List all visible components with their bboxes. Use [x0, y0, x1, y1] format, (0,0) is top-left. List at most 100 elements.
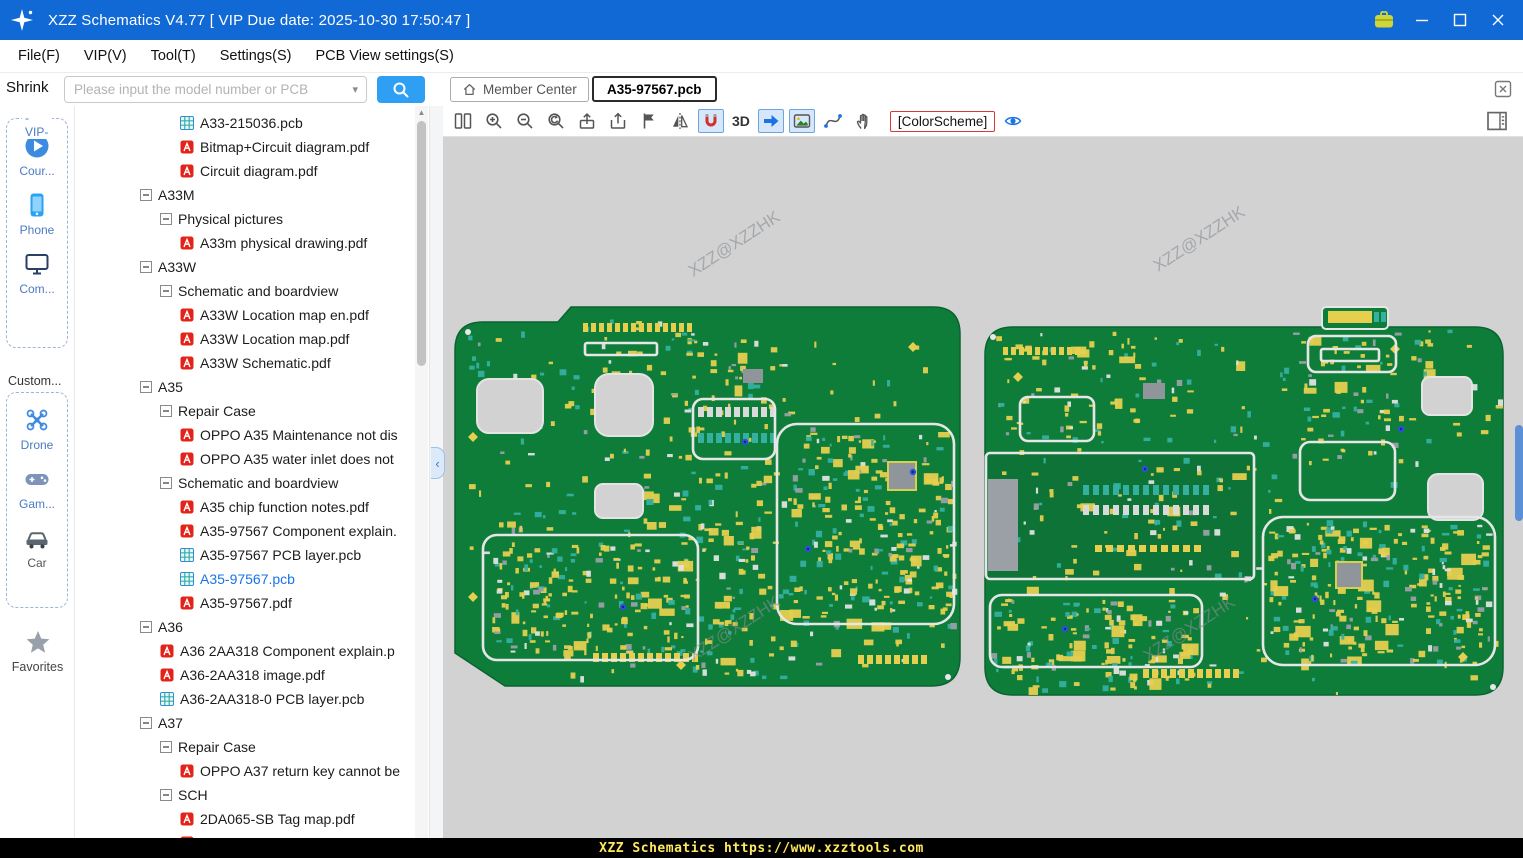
menu-vip[interactable]: VIP(V): [72, 40, 139, 72]
collapse-icon[interactable]: [160, 477, 172, 489]
collapse-icon[interactable]: [160, 213, 172, 225]
tree-folder[interactable]: SCH: [75, 783, 415, 807]
tree-file[interactable]: A35-97567 Component explain.: [75, 519, 415, 543]
collapse-tree-handle[interactable]: ‹: [431, 447, 445, 479]
tree-folder[interactable]: Schematic and boardview: [75, 279, 415, 303]
tree-file[interactable]: A35-97567.pcb: [75, 567, 415, 591]
curve-tool-icon[interactable]: [820, 109, 846, 133]
tree-file[interactable]: Bitmap+Circuit diagram.pdf: [75, 135, 415, 159]
threed-button[interactable]: 3D: [729, 113, 753, 129]
collapse-icon[interactable]: [160, 741, 172, 753]
file-tree-panel: A33-215036.pcb Bitmap+Circuit diagram.pdf…: [75, 106, 430, 838]
tree-folder[interactable]: Physical pictures: [75, 207, 415, 231]
collapse-icon[interactable]: [140, 381, 152, 393]
layers-panel-icon[interactable]: [1485, 109, 1509, 133]
shrink-button[interactable]: Shrink: [6, 79, 49, 96]
zoom-reset-icon[interactable]: [543, 109, 569, 133]
collapse-icon[interactable]: [160, 789, 172, 801]
sidebar-item-computer[interactable]: Com...: [7, 250, 67, 296]
zoom-in-icon[interactable]: [481, 109, 507, 133]
briefcase-icon[interactable]: [1373, 9, 1395, 31]
tree-folder[interactable]: A33W: [75, 255, 415, 279]
menu-pcb-view-settings[interactable]: PCB View settings(S): [303, 40, 465, 72]
image-mode-icon[interactable]: [788, 109, 815, 133]
pdf-icon: [180, 596, 194, 610]
tree-folder[interactable]: A37: [75, 711, 415, 735]
collapse-icon[interactable]: [140, 189, 152, 201]
tree-item-label: A33W: [158, 259, 197, 275]
tree-file[interactable]: 2DA065-SB Tag map.pdf: [75, 807, 415, 831]
tab-member-center[interactable]: Member Center: [450, 77, 589, 102]
close-icon[interactable]: [1487, 9, 1509, 31]
tree-file[interactable]: A33W Schematic.pdf: [75, 351, 415, 375]
tree-file[interactable]: Circuit diagram.pdf: [75, 159, 415, 183]
pcb-board-view[interactable]: XZZ@XZZHK XZZ@XZZHKXZZ@XZZHK XZZ@XZZHK: [443, 137, 1523, 838]
blue-arrow-icon[interactable]: [757, 109, 784, 133]
close-panel-icon[interactable]: [1493, 79, 1513, 99]
tree-file[interactable]: A33W Location map.pdf: [75, 327, 415, 351]
maximize-icon[interactable]: [1449, 9, 1471, 31]
search-button[interactable]: [377, 76, 425, 103]
flip-horizontal-icon[interactable]: [667, 109, 693, 133]
sidebar-item-game[interactable]: Gam...: [7, 465, 67, 511]
tree-folder[interactable]: A35: [75, 375, 415, 399]
pdf-icon: [180, 452, 194, 466]
tree-item-label: A33-215036.pcb: [200, 115, 303, 131]
sidebar-item-favorites[interactable]: Favorites: [0, 628, 75, 674]
tab-pcb-document[interactable]: A35-97567.pcb: [592, 76, 717, 102]
sidebar-item-car[interactable]: Car: [7, 524, 67, 570]
tree-file[interactable]: [75, 831, 415, 838]
tree-file[interactable]: A35-97567 PCB layer.pcb: [75, 543, 415, 567]
tree-file[interactable]: OPPO A35 Maintenance not dis: [75, 423, 415, 447]
tree-file[interactable]: OPPO A37 return key cannot be: [75, 759, 415, 783]
tree-folder[interactable]: Repair Case: [75, 399, 415, 423]
pcb-canvas[interactable]: XZZ@XZZHK XZZ@XZZHK XZZ@XZZHK XZZ@XZZHK: [443, 137, 1523, 838]
tree-file[interactable]: A36 2AA318 Component explain.p: [75, 639, 415, 663]
home-icon: [463, 83, 476, 96]
collapse-icon[interactable]: [140, 621, 152, 633]
scroll-up-icon[interactable]: ▲: [415, 108, 428, 120]
tree-file[interactable]: A36-2AA318-0 PCB layer.pcb: [75, 687, 415, 711]
visibility-icon[interactable]: [1000, 109, 1026, 133]
canvas-scrollbar[interactable]: [1515, 425, 1523, 521]
pcb-viewer: 3D [ColorScheme] XZZ@XZZHK XZZ@XZZHK XZZ…: [443, 106, 1523, 838]
tree-file[interactable]: A35 chip function notes.pdf: [75, 495, 415, 519]
menu-settings[interactable]: Settings(S): [208, 40, 304, 72]
sidebar-item-label: Cour...: [19, 164, 55, 178]
magnet-icon[interactable]: [698, 109, 724, 133]
collapse-icon[interactable]: [160, 285, 172, 297]
sidebar-item-drone[interactable]: Drone: [7, 406, 67, 452]
sidebar-item-phone[interactable]: Phone: [7, 191, 67, 237]
flag-icon[interactable]: [636, 109, 662, 133]
pan-hand-icon[interactable]: [851, 109, 877, 133]
tree-file[interactable]: OPPO A35 water inlet does not: [75, 447, 415, 471]
tree-file[interactable]: A35-97567.pdf: [75, 591, 415, 615]
tree-item-label: 2DA065-SB Tag map.pdf: [200, 811, 355, 827]
tree-file[interactable]: A36-2AA318 image.pdf: [75, 663, 415, 687]
star-icon: [26, 631, 49, 653]
export-top-icon[interactable]: [574, 109, 600, 133]
tree-item-label: A35-97567.pdf: [200, 595, 292, 611]
pages-icon[interactable]: [450, 109, 476, 133]
zoom-out-icon[interactable]: [512, 109, 538, 133]
tree-folder[interactable]: Schematic and boardview: [75, 471, 415, 495]
minimize-icon[interactable]: [1411, 9, 1433, 31]
collapse-icon[interactable]: [140, 717, 152, 729]
tree-file[interactable]: A33m physical drawing.pdf: [75, 231, 415, 255]
tree-scrollbar-thumb[interactable]: [417, 121, 426, 366]
tree-folder[interactable]: Repair Case: [75, 735, 415, 759]
tree-file[interactable]: A33W Location map en.pdf: [75, 303, 415, 327]
dropdown-caret-icon[interactable]: ▾: [352, 83, 358, 96]
tree-folder[interactable]: A36: [75, 615, 415, 639]
tree-file[interactable]: A33-215036.pcb: [75, 111, 415, 135]
collapse-icon[interactable]: [140, 261, 152, 273]
tree-scrollbar[interactable]: ▲: [415, 106, 428, 838]
search-input[interactable]: [74, 82, 353, 97]
export-open-icon[interactable]: [605, 109, 631, 133]
menu-tool[interactable]: Tool(T): [139, 40, 208, 72]
tree-folder[interactable]: A33M: [75, 183, 415, 207]
pdf-icon: [180, 236, 194, 250]
menu-file[interactable]: File(F): [0, 40, 72, 72]
collapse-icon[interactable]: [160, 405, 172, 417]
colorscheme-button[interactable]: [ColorScheme]: [889, 110, 996, 132]
